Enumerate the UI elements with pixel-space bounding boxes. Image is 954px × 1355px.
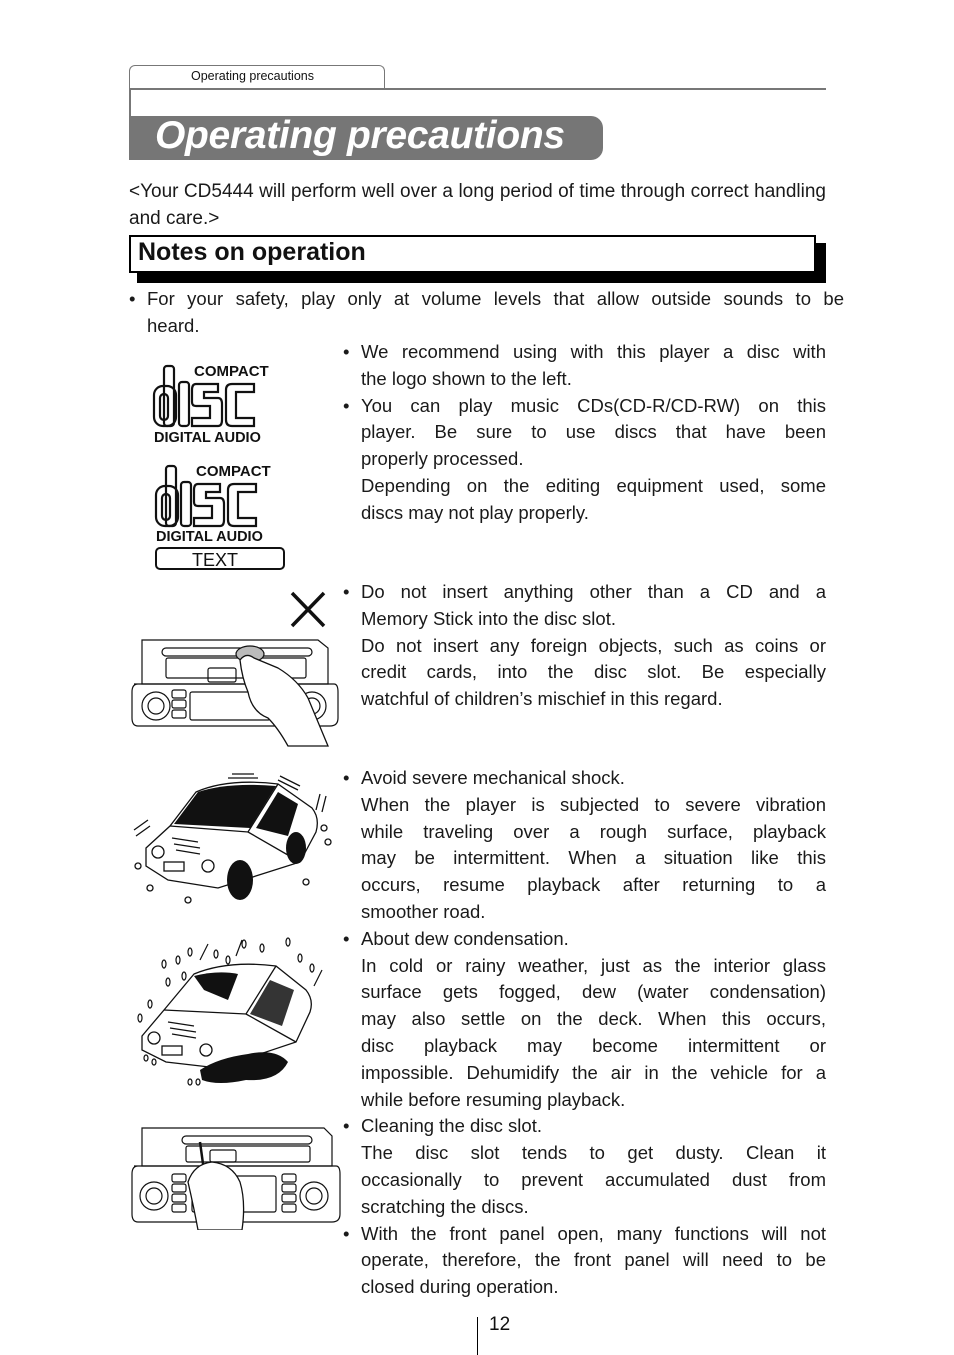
safety-bullet: For your safety, play only at volume lev… (129, 286, 844, 340)
car-rain-illustration (137, 937, 323, 1086)
text-line: Do not insert anything other than a CD a… (361, 581, 826, 602)
logo-digital-audio-text: DIGITAL AUDIO (154, 430, 261, 446)
text-line: operate, therefore, the front panel will… (361, 1249, 826, 1271)
logo-compact-text: COMPACT (194, 363, 269, 380)
text-line: discs may not play properly. (361, 501, 589, 523)
text-line: may also settle on the deck. When this o… (361, 1008, 826, 1030)
text-badge-label: TEXT (192, 550, 238, 570)
logo-compact-text: COMPACT (196, 463, 271, 480)
text-line: With the front panel open, many function… (361, 1222, 826, 1244)
text-line: Memory Stick into the disc slot. (361, 607, 616, 629)
text-line: Depending on the editing equipment used,… (361, 474, 826, 496)
text-line: When the player is subjected to severe v… (361, 793, 826, 815)
intro-text: <Your CD5444 will perform well over a lo… (129, 181, 826, 229)
list-item: Do not insert anything other than a CD a… (343, 579, 826, 713)
section-title: Notes on operation (138, 238, 366, 266)
head-unit-cleaning-illustration (131, 1127, 341, 1230)
text-line: scratching the discs. (361, 1195, 529, 1217)
list-item: Cleaning the disc slot. The disc slot te… (343, 1113, 826, 1220)
text-line: disc playback may become intermittent or (361, 1034, 826, 1056)
header-rule (384, 88, 826, 90)
page-number-rule (477, 1317, 478, 1355)
text-line: In cold or rainy weather, just as the in… (361, 954, 826, 976)
page-title-bar: Operating precautions (129, 114, 603, 160)
text-line: You can play music CDs(CD-R/CD-RW) on th… (361, 394, 826, 416)
list-item: About dew condensation. In cold or rainy… (343, 926, 826, 1114)
text-line: while before resuming playback. (361, 1088, 626, 1110)
text-line: Avoid severe mechanical shock. (361, 767, 625, 788)
text-line: impossible. Dehumidify the air in the ve… (361, 1061, 826, 1083)
text-line: properly processed. (361, 448, 524, 470)
compact-disc-logo: COMPACT DIGITAL AUDIO (152, 363, 269, 446)
compact-disc-text-logo: COMPACT DIGITAL AUDIO TEXT (154, 463, 285, 570)
text-line: Do not insert any foreign objects, such … (361, 634, 826, 656)
text-line: heard. (147, 314, 200, 336)
text-line: the logo shown to the left. (361, 367, 572, 389)
bullet-list-2: Do not insert anything other than a CD a… (343, 579, 826, 713)
header-tab: Operating precautions (129, 65, 385, 89)
head-unit-insert-illustration (131, 591, 339, 747)
text-line: occurs, resume playback after returning … (361, 874, 826, 896)
text-line: credit cards, into the disc slot. Be esp… (361, 661, 826, 683)
page-title: Operating precautions (155, 114, 565, 157)
header-tab-label: Operating precautions (191, 69, 314, 83)
x-mark-icon (290, 591, 326, 628)
text-line: For your safety, play only at volume lev… (147, 288, 844, 309)
text-line: The disc slot tends to get dusty. Clean … (361, 1142, 826, 1164)
section-title-box: Notes on operation (129, 235, 816, 273)
text-line: About dew condensation. (361, 927, 569, 949)
list-item: We recommend using with this player a di… (343, 339, 826, 393)
list-item: You can play music CDs(CD-R/CD-RW) on th… (343, 393, 826, 527)
header-divider (129, 88, 385, 90)
text-line: closed during operation. (361, 1276, 559, 1298)
text-line: while traveling over a rough surface, pl… (361, 820, 826, 842)
car-vibration-illustration (133, 773, 332, 904)
text-line: smoother road. (361, 900, 486, 922)
list-item: Avoid severe mechanical shock. When the … (343, 765, 826, 926)
text-line: occasionally to prevent accumulated dust… (361, 1168, 826, 1190)
text-line: Cleaning the disc slot. (361, 1115, 542, 1137)
logo-digital-audio-text: DIGITAL AUDIO (156, 529, 263, 545)
text-line: surface gets fogged, dew (water condensa… (361, 981, 826, 1003)
bullet-list-3: Avoid severe mechanical shock. When the … (343, 765, 826, 1301)
text-line: may be intermittent. When a situation li… (361, 847, 826, 869)
text-line: player. Be sure to use discs that have b… (361, 421, 826, 443)
list-item: With the front panel open, many function… (343, 1221, 826, 1301)
page-number: 12 (489, 1314, 511, 1335)
text-line: watchful of children’s mischief in this … (361, 688, 723, 710)
bullet-list-1: We recommend using with this player a di… (343, 339, 826, 527)
text-line: We recommend using with this player a di… (361, 341, 826, 362)
